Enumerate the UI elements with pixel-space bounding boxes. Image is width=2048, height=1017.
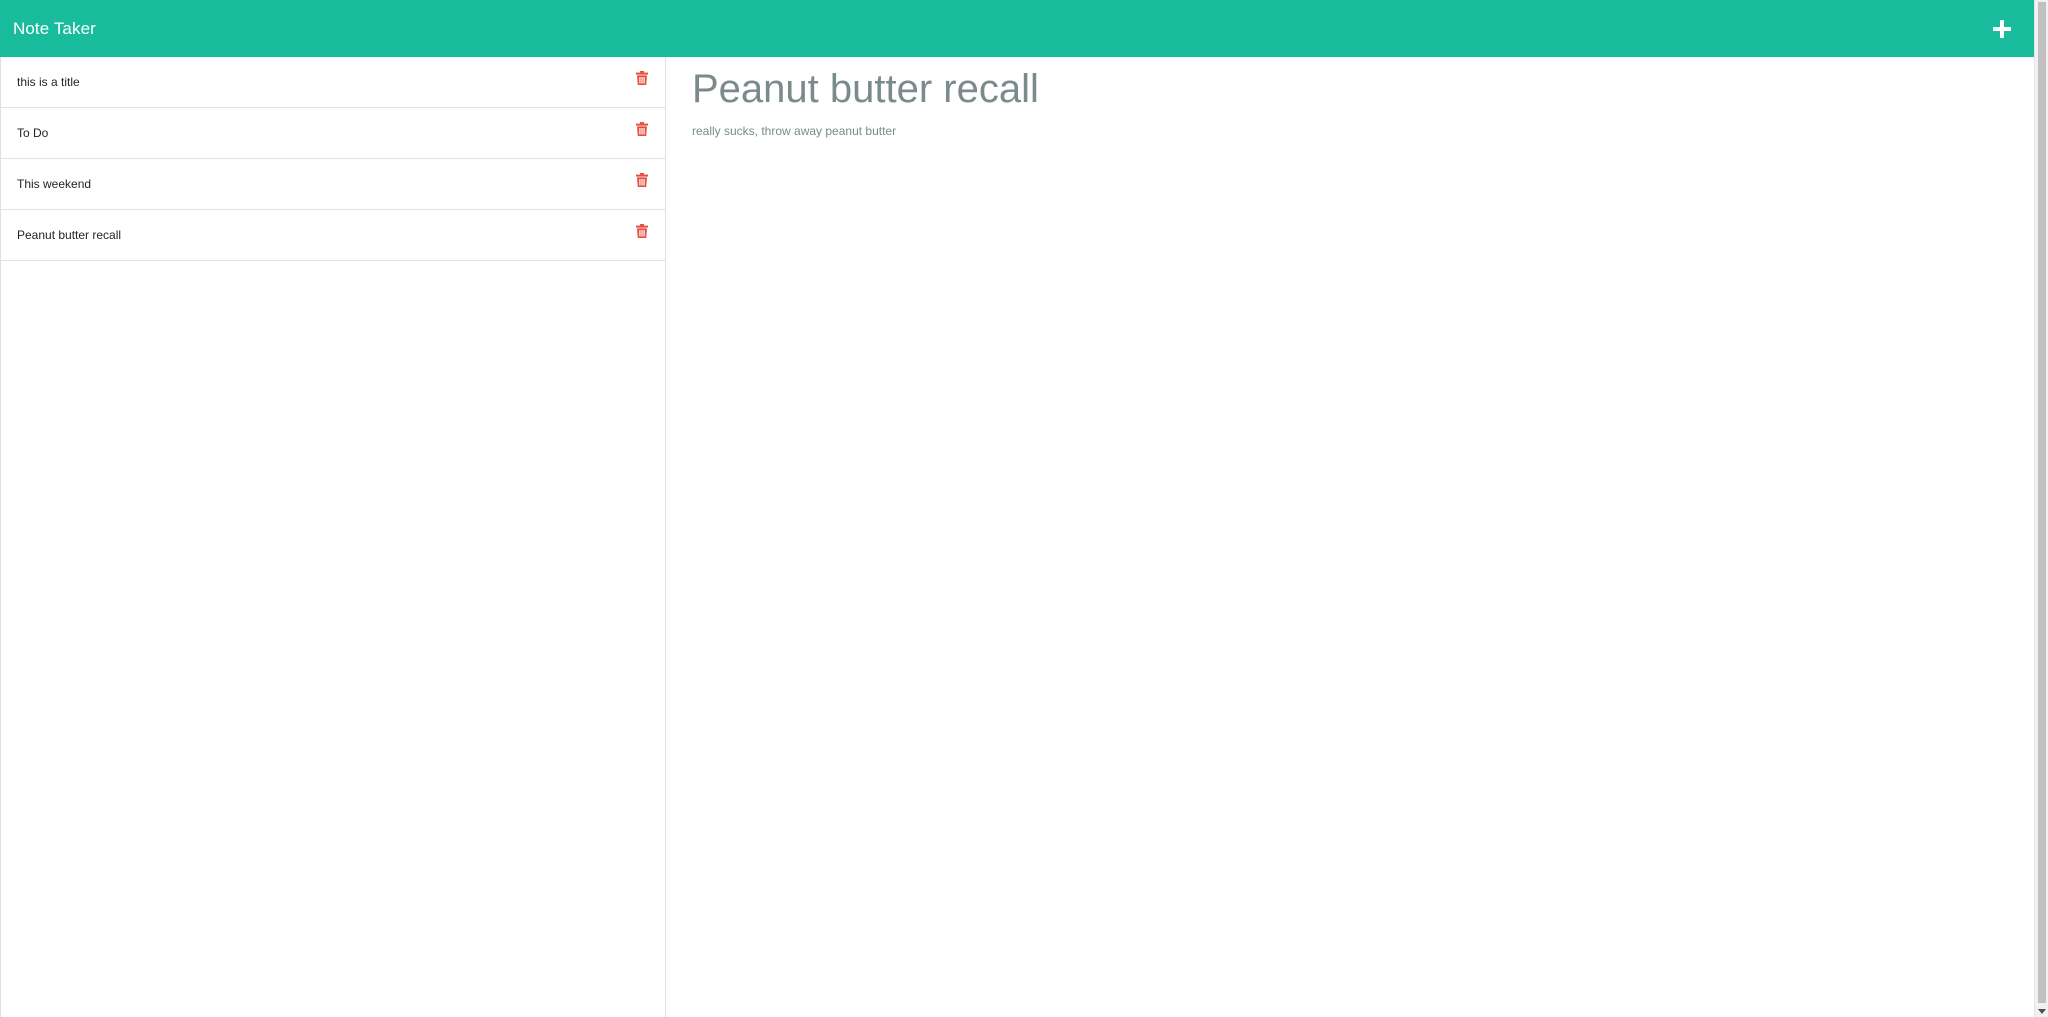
trash-icon	[636, 122, 648, 136]
note-editor: Peanut butter recall really sucks, throw…	[666, 57, 2034, 1017]
note-text-area[interactable]: really sucks, throw away peanut butter	[692, 124, 2008, 140]
notes-list: this is a title To Do This weekend Peanu…	[0, 57, 666, 1017]
list-item[interactable]: this is a title	[1, 57, 665, 108]
plus-icon	[1993, 19, 2011, 38]
delete-note-button[interactable]	[634, 222, 650, 240]
navbar: Note Taker	[0, 0, 2034, 57]
note-list-title: To Do	[17, 126, 49, 140]
delete-note-button[interactable]	[634, 120, 650, 138]
page-scrollbar[interactable]	[2034, 0, 2048, 1017]
delete-note-button[interactable]	[634, 171, 650, 189]
trash-icon	[636, 71, 648, 85]
note-title-field[interactable]: Peanut butter recall	[692, 65, 2008, 113]
delete-note-button[interactable]	[634, 69, 650, 87]
trash-icon	[636, 173, 648, 187]
list-item[interactable]: Peanut butter recall	[1, 210, 665, 261]
list-item[interactable]: This weekend	[1, 159, 665, 210]
trash-icon	[636, 224, 648, 238]
scrollbar-thumb[interactable]	[2038, 2, 2046, 1003]
note-list-title: This weekend	[17, 177, 92, 191]
note-list-title: Peanut butter recall	[17, 228, 122, 242]
note-taker-app: Note Taker this is a title To Do This we…	[0, 0, 2048, 1017]
app-title[interactable]: Note Taker	[13, 19, 96, 39]
list-item[interactable]: To Do	[1, 108, 665, 159]
new-note-button[interactable]	[1987, 14, 2017, 44]
note-list-title: this is a title	[17, 75, 80, 89]
scroll-down-arrow-icon[interactable]	[2038, 1009, 2046, 1014]
